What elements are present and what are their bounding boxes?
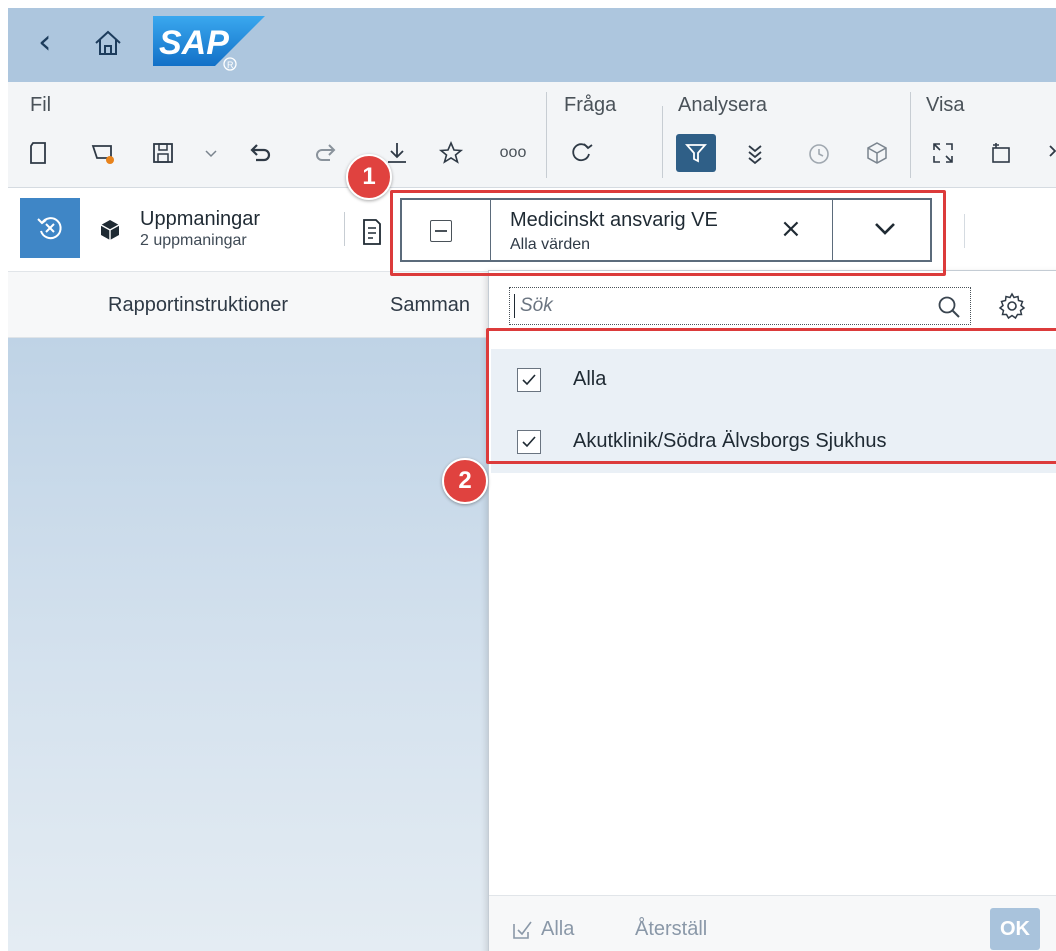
cube-icon[interactable]	[860, 136, 894, 170]
chevron-down-icon[interactable]	[194, 136, 228, 170]
sap-logo[interactable]: SAP R	[153, 16, 265, 74]
prompts-title[interactable]: Uppmaningar	[140, 208, 260, 231]
list-item-label: Alla	[573, 368, 607, 390]
document-icon[interactable]	[360, 218, 384, 246]
save-icon[interactable]	[146, 136, 180, 170]
history-icon[interactable]	[802, 136, 836, 170]
gear-icon[interactable]	[997, 291, 1027, 321]
list-item-label: Akutklinik/Södra Älvsborgs Sjukhus	[573, 430, 887, 452]
group-label-analysera: Analysera	[678, 94, 767, 116]
search-placeholder: Sök	[520, 295, 553, 316]
bookmark-star-icon[interactable]	[434, 136, 468, 170]
checkbox-alla[interactable]	[517, 368, 541, 392]
select-all-label: Alla	[541, 918, 575, 940]
prompts-count: 2 uppmaningar	[140, 232, 247, 249]
tab-rapportinstruktioner[interactable]: Rapportinstruktioner	[108, 294, 288, 317]
annotation-badge-1: 1	[346, 154, 392, 200]
value-help-popover: Sök Alla Akutklinik/Södra Älvsborgs Sjuk…	[488, 270, 1056, 951]
expand-icon[interactable]	[926, 136, 960, 170]
overflow-icon[interactable]	[1042, 136, 1056, 170]
search-input[interactable]: Sök	[509, 287, 971, 325]
app-window: ‹ SAP R Fil Fråga Analysera Visa ooo Upp…	[8, 8, 1056, 951]
shell-bar: ‹ SAP R	[8, 8, 1056, 82]
more-icon[interactable]: ooo	[496, 136, 530, 170]
svg-text:R: R	[227, 60, 234, 70]
collapse-all-icon[interactable]	[738, 136, 772, 170]
filter-token-subtitle: Alla värden	[510, 236, 591, 253]
refresh-icon[interactable]	[564, 136, 598, 170]
new-file-icon[interactable]	[22, 136, 56, 170]
home-icon[interactable]	[93, 29, 123, 57]
filter-token-title: Medicinskt ansvarig VE	[510, 209, 718, 231]
undo-icon[interactable]	[244, 136, 278, 170]
clear-filter-icon[interactable]: ×	[780, 214, 802, 244]
sap-logo-text: SAP	[159, 24, 229, 62]
toolbar: Fil Fråga Analysera Visa ooo	[8, 82, 1056, 188]
new-window-icon[interactable]	[984, 136, 1018, 170]
prompts-cube-icon	[100, 220, 120, 240]
report-content-area	[8, 338, 488, 951]
group-label-fil: Fil	[30, 94, 52, 116]
value-help-footer: Alla Återställ OK	[489, 895, 1056, 951]
filter-token[interactable]: Medicinskt ansvarig VE Alla värden ×	[400, 198, 932, 262]
checkbox-akutklinik[interactable]	[517, 430, 541, 454]
back-icon[interactable]: ‹	[38, 22, 52, 62]
prompt-bar: Uppmaningar 2 uppmaningar Medicinskt ans…	[8, 188, 1056, 272]
tab-samman[interactable]: Samman	[390, 294, 470, 317]
reset-button[interactable]: Återställ	[635, 918, 707, 941]
ok-button[interactable]: OK	[990, 908, 1040, 950]
redo-icon[interactable]	[308, 136, 342, 170]
select-all-check-icon	[513, 921, 532, 939]
open-folder-icon[interactable]	[86, 136, 120, 170]
reset-prompts-button[interactable]	[20, 198, 80, 258]
annotation-badge-2: 2	[442, 458, 488, 504]
list-item[interactable]: Akutklinik/Södra Älvsborgs Sjukhus	[491, 411, 1056, 473]
chevron-down-icon[interactable]	[872, 220, 898, 238]
select-all-button[interactable]: Alla	[511, 918, 574, 941]
exclude-toggle-icon[interactable]	[430, 220, 452, 242]
filter-icon[interactable]	[676, 134, 716, 172]
group-label-fraga: Fråga	[564, 94, 617, 116]
group-label-visa: Visa	[926, 94, 965, 116]
undo-circle-x-icon	[37, 217, 62, 240]
list-item[interactable]: Alla	[491, 349, 1056, 411]
search-icon[interactable]	[936, 294, 962, 320]
